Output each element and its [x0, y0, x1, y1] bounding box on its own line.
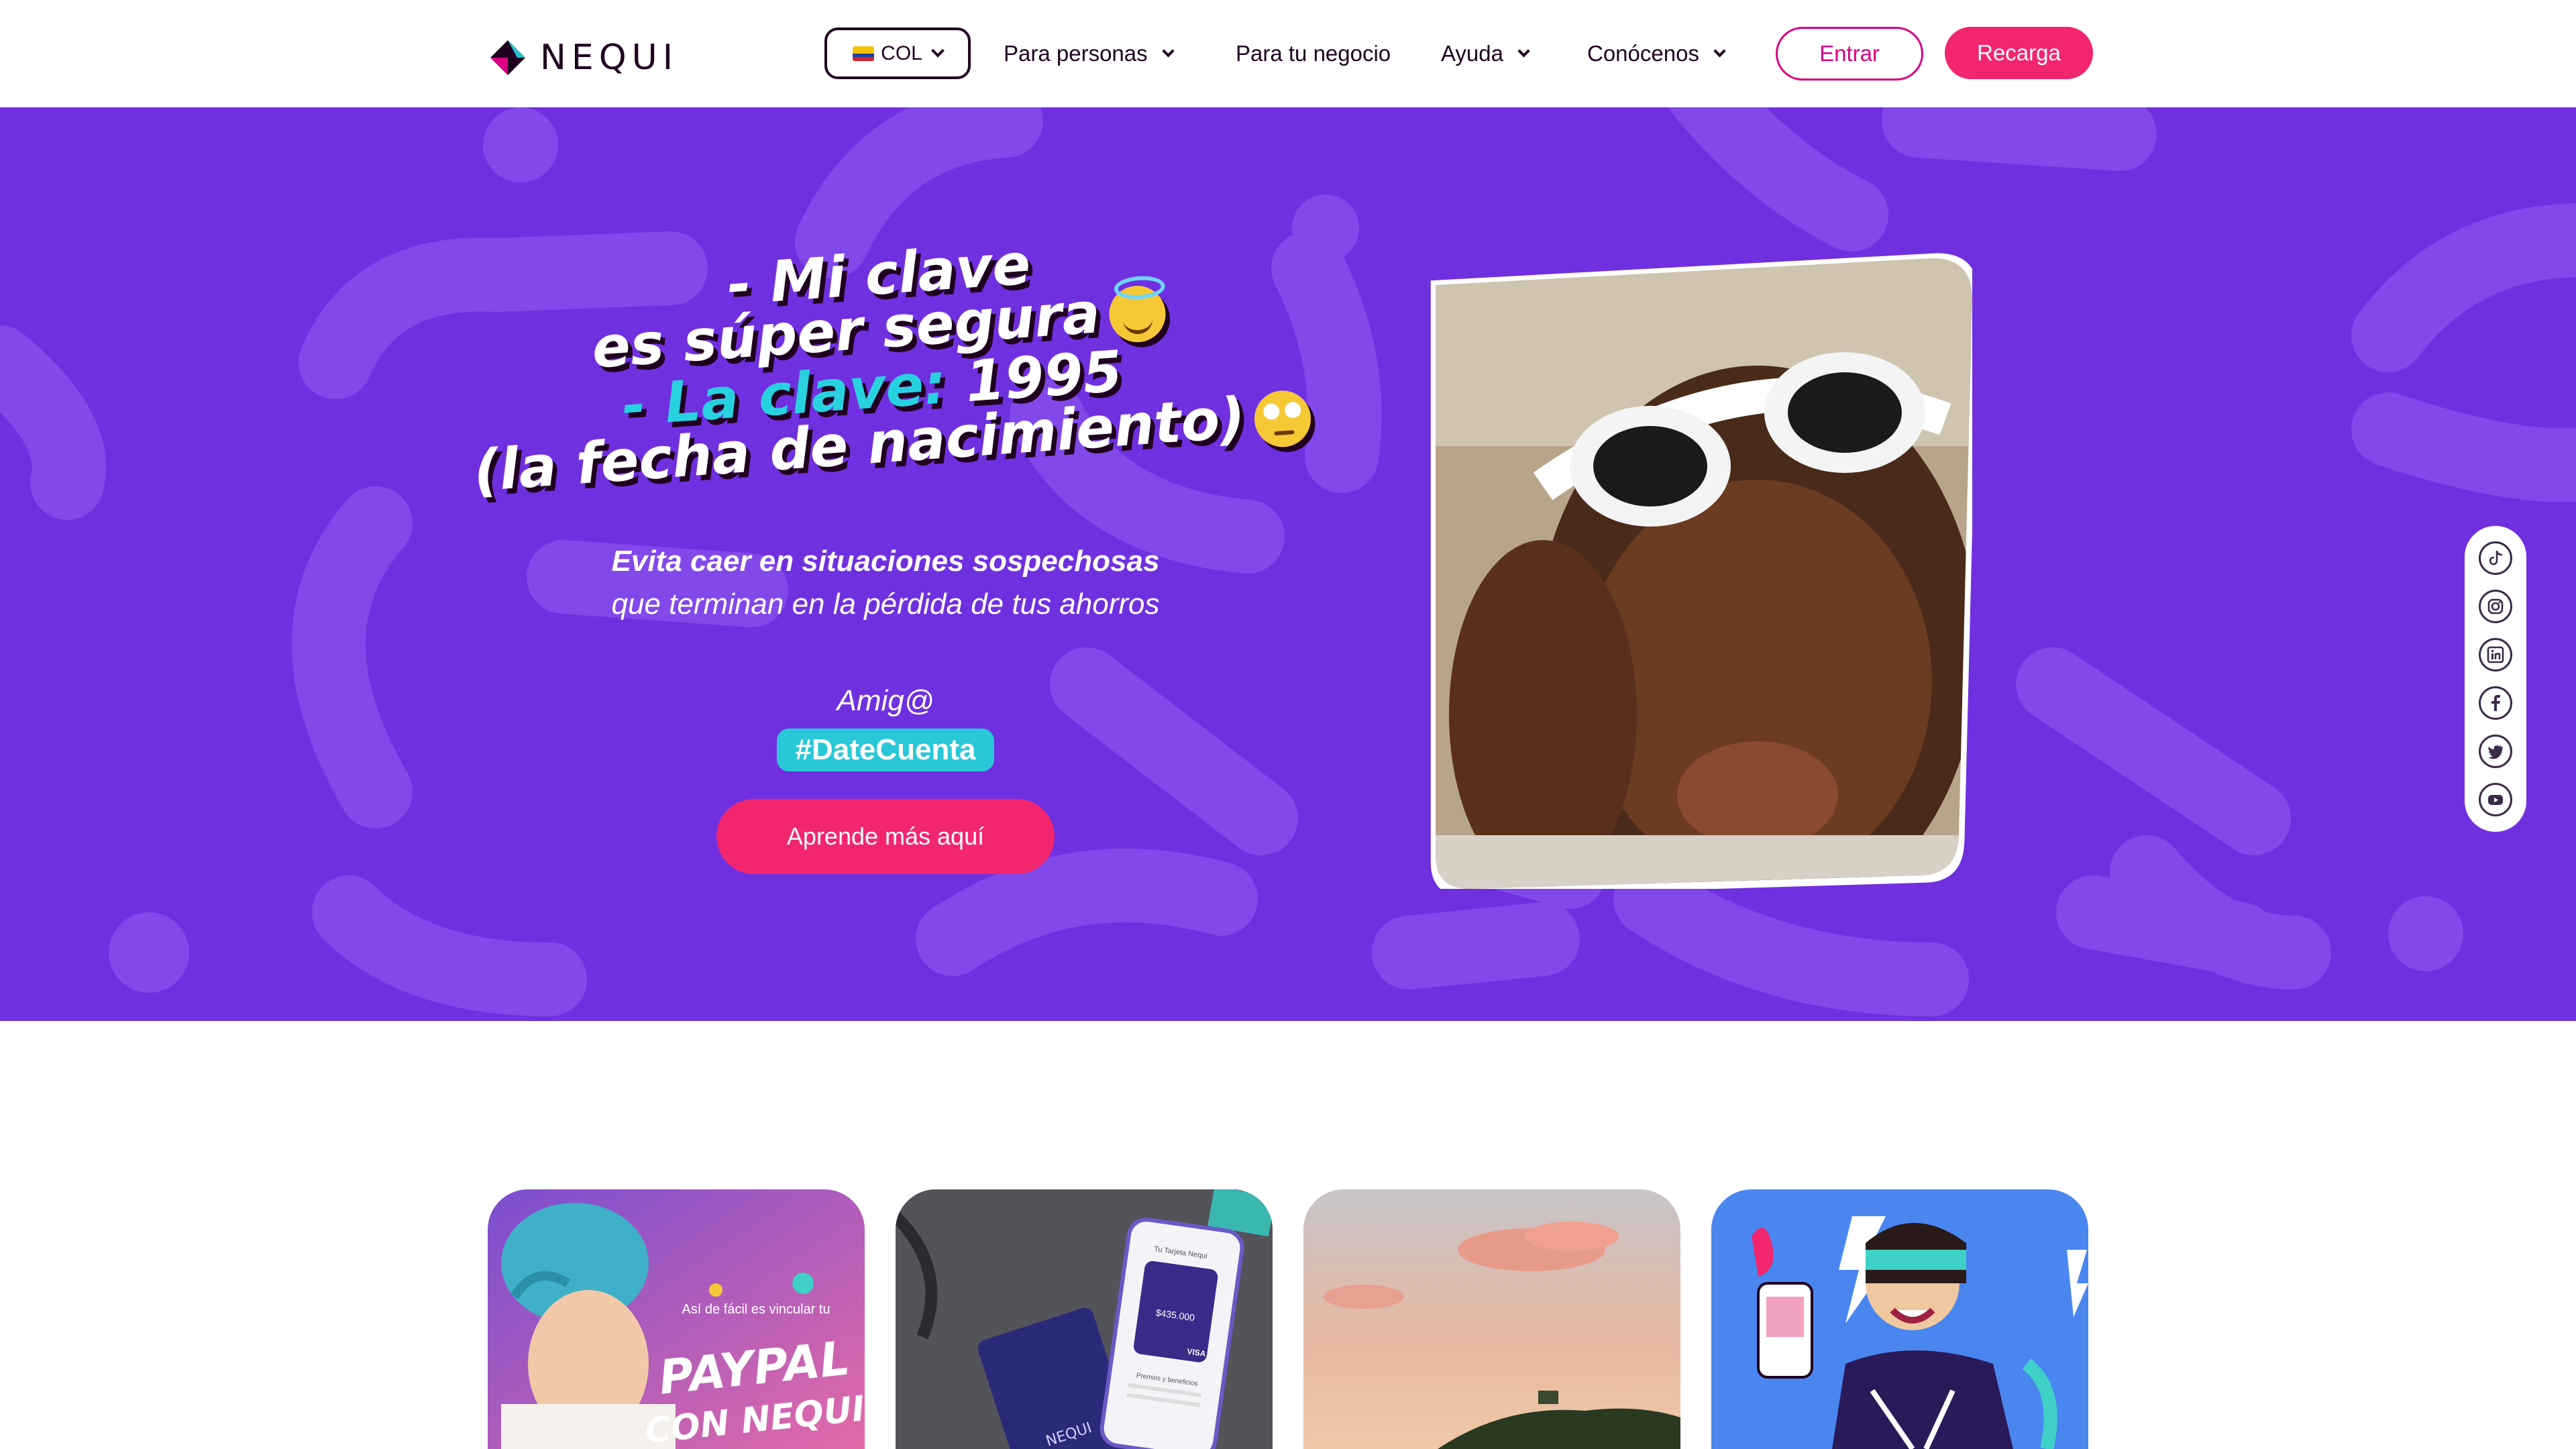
hashtag-badge: #DateCuenta: [777, 729, 994, 771]
logo-text: NEQUI: [540, 38, 679, 78]
linkedin-icon[interactable]: [2479, 638, 2512, 672]
chevron-down-icon: [1517, 44, 1530, 57]
nav-label: Conócenos: [1587, 41, 1699, 66]
instagram-icon[interactable]: [2479, 590, 2512, 623]
rolling-eyes-emoji-icon: [1252, 388, 1313, 449]
card-caption-small: Así de fácil es vincular tu: [682, 1302, 830, 1317]
chevron-down-icon: [930, 44, 945, 58]
chevron-down-icon: [1713, 44, 1726, 57]
hero-banner: - Mi clave es súper segura - La clave: 1…: [0, 107, 2576, 1021]
hero-subtitle-bold: Evita caer en situaciones sospechosas: [611, 545, 1160, 578]
chevron-down-icon: [1161, 44, 1175, 57]
promo-card-woman-phone[interactable]: [1711, 1189, 2088, 1449]
promo-card-landscape[interactable]: [1303, 1189, 1680, 1449]
meme-photo: [1409, 245, 1978, 897]
hero-headline: - Mi clave es súper segura - La clave: 1…: [443, 231, 1342, 523]
social-links-bar: [2465, 526, 2526, 832]
nav-para-tu-negocio[interactable]: Para tu negocio: [1236, 35, 1391, 72]
nequi-logo[interactable]: NEQUI: [488, 38, 678, 78]
promo-cards: Así de fácil es vincular tu PAYPAL CON N…: [488, 1189, 2088, 1449]
recharge-button[interactable]: Recarga: [1945, 27, 2093, 79]
site-header: NEQUI COL Para personas Para tu negocio …: [0, 0, 2576, 107]
tiktok-icon[interactable]: [2479, 541, 2512, 575]
youtube-icon[interactable]: [2479, 783, 2512, 816]
hero-subtitle-rest: que terminan en la pérdida de tus ahorro…: [611, 588, 1160, 621]
country-code: COL: [881, 42, 922, 64]
nav-label: Para personas: [1004, 41, 1148, 66]
login-button[interactable]: Entrar: [1776, 27, 1923, 80]
nav-label: Ayuda: [1441, 41, 1503, 66]
promo-card-nequi-card[interactable]: NEQUI Tu Tarjeta Nequi $435.000 VISA Pre…: [896, 1189, 1273, 1449]
hero-amig: Amig@: [837, 684, 934, 717]
hero-subtitle: Evita caer en situaciones sospechosas qu…: [590, 540, 1181, 626]
colombia-flag-icon: [853, 46, 875, 61]
nav-label: Para tu negocio: [1236, 41, 1391, 66]
promo-card-paypal[interactable]: Así de fácil es vincular tu PAYPAL CON N…: [488, 1189, 865, 1449]
twitter-icon[interactable]: [2479, 735, 2512, 768]
country-selector[interactable]: COL: [824, 28, 971, 79]
nav-conocenos[interactable]: Conócenos: [1587, 35, 1726, 72]
nav-ayuda[interactable]: Ayuda: [1441, 35, 1530, 72]
learn-more-button[interactable]: Aprende más aquí: [716, 799, 1055, 874]
facebook-icon[interactable]: [2479, 686, 2512, 720]
nav-para-personas[interactable]: Para personas: [1004, 35, 1175, 72]
nequi-logo-icon: [490, 40, 525, 75]
